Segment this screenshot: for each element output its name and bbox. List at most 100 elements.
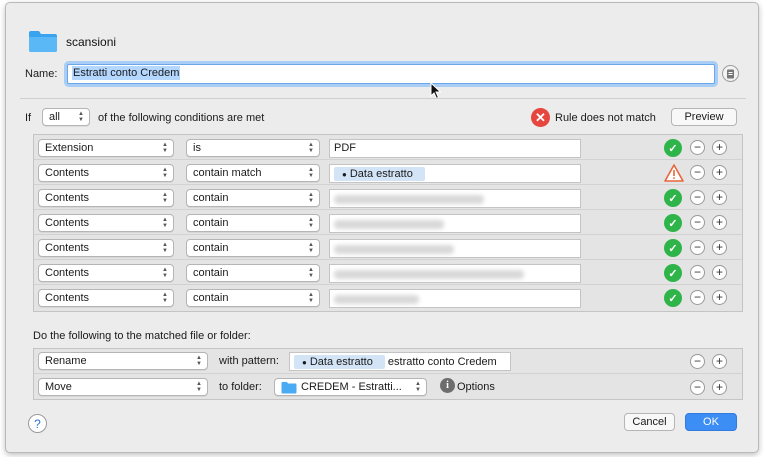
add-condition-button[interactable]: + bbox=[712, 215, 727, 230]
options-link[interactable]: Options bbox=[457, 381, 495, 393]
rule-editor-dialog: scansioni Name: Estratti conto Credem If… bbox=[5, 2, 759, 453]
add-condition-button[interactable]: + bbox=[712, 265, 727, 280]
info-icon[interactable]: i bbox=[440, 378, 455, 393]
checkmark-icon: ✓ bbox=[664, 289, 682, 307]
attribute-select[interactable]: Contents ▲ ▼ bbox=[38, 189, 174, 207]
if-label: If bbox=[25, 112, 32, 124]
error-x-icon: ✕ bbox=[531, 108, 550, 127]
remove-condition-button[interactable]: − bbox=[690, 190, 705, 205]
ok-button[interactable]: OK bbox=[685, 413, 737, 431]
updown-arrows-icon: ▲ ▼ bbox=[308, 167, 314, 179]
add-condition-button[interactable]: + bbox=[712, 165, 727, 180]
operator-select[interactable]: contain ▲ ▼ bbox=[186, 189, 320, 207]
updown-arrows-icon: ▲ ▼ bbox=[308, 267, 314, 279]
date-token[interactable]: ● Data estratto bbox=[294, 355, 385, 369]
add-condition-button[interactable]: + bbox=[712, 140, 727, 155]
folder-icon bbox=[29, 31, 57, 52]
condition-row: Extension ▲ ▼ is ▲ ▼ PDF ✓ − + bbox=[34, 135, 742, 160]
updown-arrows-icon: ▲ ▼ bbox=[162, 192, 168, 204]
preview-button[interactable]: Preview bbox=[671, 108, 737, 126]
operator-value: contain bbox=[193, 292, 229, 304]
checkmark-icon: ✓ bbox=[664, 139, 682, 157]
warning-icon bbox=[664, 164, 684, 182]
operator-select[interactable]: contain ▲ ▼ bbox=[186, 264, 320, 282]
attribute-select[interactable]: Contents ▲ ▼ bbox=[38, 214, 174, 232]
remove-condition-button[interactable]: − bbox=[690, 165, 705, 180]
condition-value-field[interactable] bbox=[329, 189, 581, 208]
remove-condition-button[interactable]: − bbox=[690, 290, 705, 305]
folder-icon bbox=[281, 382, 297, 394]
attribute-select[interactable]: Contents ▲ ▼ bbox=[38, 239, 174, 257]
attribute-value: Contents bbox=[45, 217, 90, 229]
action-select[interactable]: Move ▲ ▼ bbox=[38, 378, 208, 396]
date-token[interactable]: ● Data estratto bbox=[334, 167, 425, 181]
pattern-field[interactable]: ● Data estratto estratto conto Credem bbox=[289, 352, 511, 371]
add-action-button[interactable]: + bbox=[712, 380, 727, 395]
condition-value-field[interactable] bbox=[329, 239, 581, 258]
operator-select[interactable]: is ▲ ▼ bbox=[186, 139, 320, 157]
attribute-value: Contents bbox=[45, 267, 90, 279]
updown-arrows-icon: ▲ ▼ bbox=[196, 355, 202, 367]
attribute-select[interactable]: Contents ▲ ▼ bbox=[38, 264, 174, 282]
operator-select[interactable]: contain ▲ ▼ bbox=[186, 239, 320, 257]
condition-row: Contents ▲ ▼ contain ▲ ▼ ✓ − + bbox=[34, 210, 742, 235]
add-action-button[interactable]: + bbox=[712, 354, 727, 369]
remove-action-button[interactable]: − bbox=[690, 354, 705, 369]
condition-value-field[interactable]: ● Data estratto bbox=[329, 164, 581, 183]
operator-value: contain bbox=[193, 217, 229, 229]
condition-value-field[interactable] bbox=[329, 289, 581, 308]
attribute-select[interactable]: Contents ▲ ▼ bbox=[38, 164, 174, 182]
add-condition-button[interactable]: + bbox=[712, 290, 727, 305]
remove-condition-button[interactable]: − bbox=[690, 215, 705, 230]
operator-select[interactable]: contain ▲ ▼ bbox=[186, 289, 320, 307]
updown-arrows-icon: ▲ ▼ bbox=[162, 167, 168, 179]
document-icon[interactable] bbox=[722, 65, 739, 82]
action-row: Move ▲ ▼ to folder: CREDEM - Estratti... ▲… bbox=[34, 375, 742, 400]
redacted-text bbox=[334, 245, 454, 254]
conditions-suffix: of the following conditions are met bbox=[98, 112, 265, 124]
condition-value-field[interactable]: PDF bbox=[329, 139, 581, 158]
condition-value-field[interactable] bbox=[329, 214, 581, 233]
updown-arrows-icon: ▲ ▼ bbox=[196, 381, 202, 393]
actions-label: Do the following to the matched file or … bbox=[33, 330, 251, 342]
condition-row: Contents ▲ ▼ contain ▲ ▼ ✓ − + bbox=[34, 285, 742, 310]
condition-row: Contents ▲ ▼ contain match ▲ ▼ ● Data estratt… bbox=[34, 160, 742, 185]
add-condition-button[interactable]: + bbox=[712, 240, 727, 255]
redacted-text bbox=[334, 295, 419, 304]
operator-value: contain bbox=[193, 242, 229, 254]
condition-value-field[interactable] bbox=[329, 264, 581, 283]
remove-condition-button[interactable]: − bbox=[690, 240, 705, 255]
operator-value: is bbox=[193, 142, 201, 154]
operator-value: contain bbox=[193, 267, 229, 279]
folder-select[interactable]: CREDEM - Estratti... ▲ ▼ bbox=[274, 378, 427, 396]
name-input-value: Estratti conto Credem bbox=[72, 66, 181, 80]
updown-arrows-icon: ▲ ▼ bbox=[162, 267, 168, 279]
updown-arrows-icon: ▲ ▼ bbox=[162, 292, 168, 304]
quantifier-select[interactable]: all ▲ ▼ bbox=[42, 108, 90, 126]
attribute-value: Contents bbox=[45, 192, 90, 204]
remove-condition-button[interactable]: − bbox=[690, 265, 705, 280]
action-value: Move bbox=[45, 381, 72, 393]
remove-action-button[interactable]: − bbox=[690, 380, 705, 395]
token-dot-icon: ● bbox=[342, 170, 347, 179]
remove-condition-button[interactable]: − bbox=[690, 140, 705, 155]
updown-arrows-icon: ▲ ▼ bbox=[308, 217, 314, 229]
help-button[interactable]: ? bbox=[28, 414, 47, 433]
token-label: Data estratto bbox=[349, 168, 413, 180]
updown-arrows-icon: ▲ ▼ bbox=[308, 192, 314, 204]
attribute-select[interactable]: Contents ▲ ▼ bbox=[38, 289, 174, 307]
operator-select[interactable]: contain match ▲ ▼ bbox=[186, 164, 320, 182]
attribute-value: Extension bbox=[45, 142, 94, 154]
folder-select-value: CREDEM - Estratti... bbox=[301, 381, 402, 393]
updown-arrows-icon: ▲ ▼ bbox=[308, 292, 314, 304]
attribute-select[interactable]: Extension ▲ ▼ bbox=[38, 139, 174, 157]
updown-arrows-icon: ▲ ▼ bbox=[78, 111, 84, 123]
action-select[interactable]: Rename ▲ ▼ bbox=[38, 352, 208, 370]
updown-arrows-icon: ▲ ▼ bbox=[415, 381, 421, 393]
add-condition-button[interactable]: + bbox=[712, 190, 727, 205]
updown-arrows-icon: ▲ ▼ bbox=[308, 142, 314, 154]
cancel-button[interactable]: Cancel bbox=[624, 413, 675, 431]
operator-select[interactable]: contain ▲ ▼ bbox=[186, 214, 320, 232]
redacted-text bbox=[334, 195, 484, 204]
name-input[interactable]: Estratti conto Credem bbox=[67, 64, 715, 84]
